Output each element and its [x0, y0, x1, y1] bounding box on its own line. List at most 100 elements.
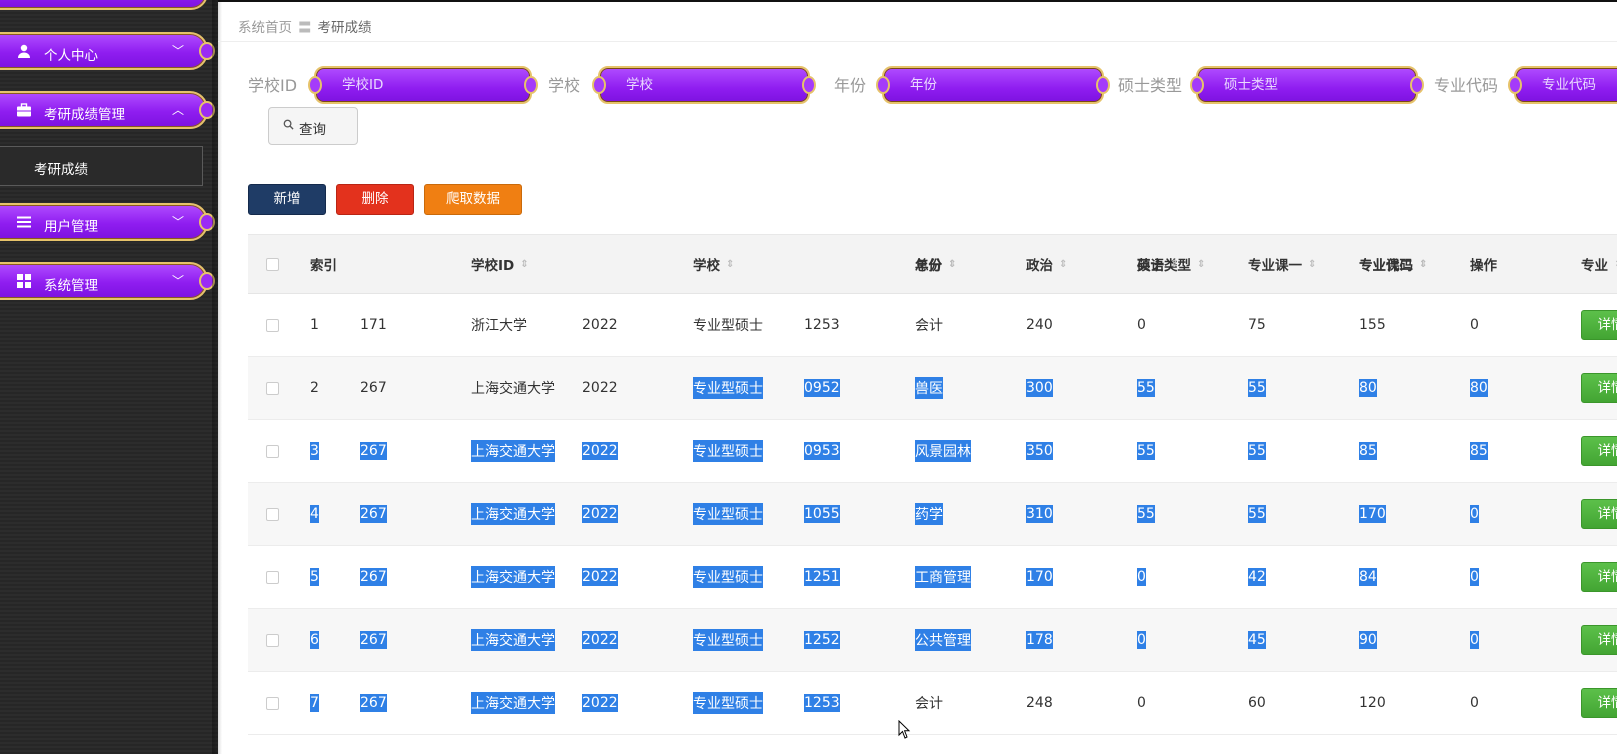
detail-button[interactable]: 详情 [1581, 310, 1617, 340]
table-cell: 310 [1026, 483, 1053, 545]
sort-icon[interactable]: ⇕ [1197, 259, 1205, 270]
table-header: 索引学校ID⇕学校⇕年份⇕硕士类型⇕专业代码⇕专业⇕总分⇕政治⇕英语⇕专业课一⇕… [248, 234, 1617, 294]
sort-icon[interactable]: ⇕ [1419, 259, 1427, 270]
cell-value: 310 [1026, 505, 1053, 523]
cell-value: 120 [1359, 695, 1386, 711]
column-header-10[interactable]: 专业课一 ⇕ [1248, 235, 1316, 293]
column-header-7[interactable]: 总分 ⇕ [915, 235, 956, 293]
cell-value: 6 [310, 631, 319, 649]
sort-icon[interactable]: ⇕ [726, 259, 734, 270]
cell-value: 1055 [804, 505, 840, 523]
table-cell: 300 [1026, 357, 1053, 419]
detail-button[interactable]: 详情 [1581, 688, 1617, 718]
table-cell: 84 [1359, 546, 1377, 608]
search-field-1[interactable] [592, 66, 816, 104]
sidebar-menu-label: 用户管理 [44, 219, 98, 235]
table-cell: 1253 [804, 294, 840, 356]
sidebar-top-item[interactable] [0, 0, 208, 10]
table-cell: 155 [1359, 294, 1386, 356]
sort-icon[interactable]: ⇕ [948, 259, 956, 270]
search-input-4[interactable] [1542, 77, 1617, 93]
cell-value: 1253 [804, 317, 840, 333]
row-checkbox[interactable] [266, 696, 279, 710]
ornament-knob-icon [308, 76, 322, 94]
detail-button[interactable]: 详情 [1581, 562, 1617, 592]
column-header-6[interactable]: 专业⇕ [1581, 235, 1617, 293]
sort-icon[interactable]: ⇕ [520, 259, 528, 270]
search-field-2[interactable] [876, 66, 1110, 104]
table-cell: 1252 [804, 609, 840, 671]
column-header-9[interactable]: 英语 ⇕ [1137, 235, 1178, 293]
table-cell: 85 [1359, 420, 1377, 482]
search-field-3[interactable] [1190, 66, 1424, 104]
row-checkbox[interactable] [266, 507, 279, 521]
table-cell: 上海交通大学 [471, 546, 555, 608]
select-all-checkbox[interactable] [266, 257, 279, 271]
cell-value: 267 [360, 631, 387, 649]
action-cell: 详情 [1581, 546, 1617, 608]
table-cell: 药学 [915, 483, 943, 545]
table-cell: 专业型硕士 [693, 357, 763, 419]
ornament-knob-icon [592, 76, 606, 94]
sort-icon[interactable]: ⇕ [1308, 259, 1316, 270]
cell-value: 上海交通大学 [471, 381, 555, 397]
add-button[interactable]: 新增 [248, 184, 326, 215]
row-checkbox[interactable] [266, 381, 279, 395]
search-input-0[interactable] [342, 77, 514, 93]
search-field-0[interactable] [308, 66, 538, 104]
column-header-2[interactable]: 学校 ⇕ [693, 235, 734, 293]
cell-value: 85 [1359, 442, 1377, 460]
table-cell: 0 [1470, 294, 1479, 356]
table-cell: 7 [310, 672, 319, 734]
user-icon [16, 43, 32, 59]
column-header-1[interactable]: 学校ID ⇕ [471, 235, 529, 293]
sort-icon[interactable]: ⇕ [1059, 259, 1067, 270]
sidebar-menu-0[interactable]: 个人中心 ﹀ [0, 32, 215, 70]
detail-button[interactable]: 详情 [1581, 373, 1617, 403]
column-header-8[interactable]: 政治 ⇕ [1026, 235, 1067, 293]
row-checkbox[interactable] [266, 570, 279, 584]
row-checkbox[interactable] [266, 318, 279, 332]
search-field-4[interactable] [1508, 66, 1617, 104]
column-header-12: 操作 [1470, 235, 1497, 293]
ornament-knob-icon [1096, 76, 1110, 94]
chevron-icon: ﹀ [171, 215, 184, 229]
table-cell: 267 [360, 420, 387, 482]
table-cell: 170 [1026, 546, 1053, 608]
breadcrumb-home[interactable]: 系统首页 [238, 20, 292, 36]
row-checkbox-cell [266, 483, 279, 545]
cell-value: 0 [1137, 631, 1146, 649]
cell-value: 75 [1248, 317, 1266, 333]
sort-icon[interactable]: ⇕ [1170, 259, 1178, 270]
delete-button[interactable]: 删除 [336, 184, 414, 215]
cell-value: 1251 [804, 568, 840, 586]
search-input-1[interactable] [626, 77, 793, 93]
search-input-2[interactable] [910, 77, 1085, 93]
chevron-icon: ﹀ [171, 274, 184, 288]
row-checkbox[interactable] [266, 444, 279, 458]
action-cell: 详情 [1581, 357, 1617, 419]
search-input-3[interactable] [1224, 77, 1399, 93]
table-cell: 0 [1470, 546, 1479, 608]
detail-button[interactable]: 详情 [1581, 436, 1617, 466]
table-cell: 4 [310, 483, 319, 545]
query-button[interactable]: 查询 [268, 107, 358, 145]
sidebar-menu-3[interactable]: 系统管理 ﹀ [0, 262, 215, 300]
crawl-data-button[interactable]: 爬取数据 [424, 184, 522, 215]
cell-value: 55 [1137, 442, 1155, 460]
table-cell: 267 [360, 672, 387, 734]
cell-value: 0 [1470, 695, 1479, 711]
detail-button[interactable]: 详情 [1581, 499, 1617, 529]
table-cell: 上海交通大学 [471, 483, 555, 545]
detail-button[interactable]: 详情 [1581, 625, 1617, 655]
sidebar-menu-1[interactable]: 考研成绩管理 ︿ [0, 91, 215, 129]
table-row: 1 171 浙江大学 2022 专业型硕士 1253 会计 240 0 75 155 0 详情 [248, 294, 1617, 357]
column-header-label: 政治 [1026, 258, 1053, 274]
submenu-item-kaoyan-chengji[interactable]: 考研成绩 [0, 146, 203, 186]
sidebar-menu-2[interactable]: 用户管理 ﹀ [0, 203, 215, 241]
column-header-11[interactable]: 专业课二 ⇕ [1359, 235, 1427, 293]
cell-value: 55 [1248, 379, 1266, 397]
table-cell: 0 [1470, 609, 1479, 671]
table-cell: 240 [1026, 294, 1053, 356]
row-checkbox[interactable] [266, 633, 279, 647]
